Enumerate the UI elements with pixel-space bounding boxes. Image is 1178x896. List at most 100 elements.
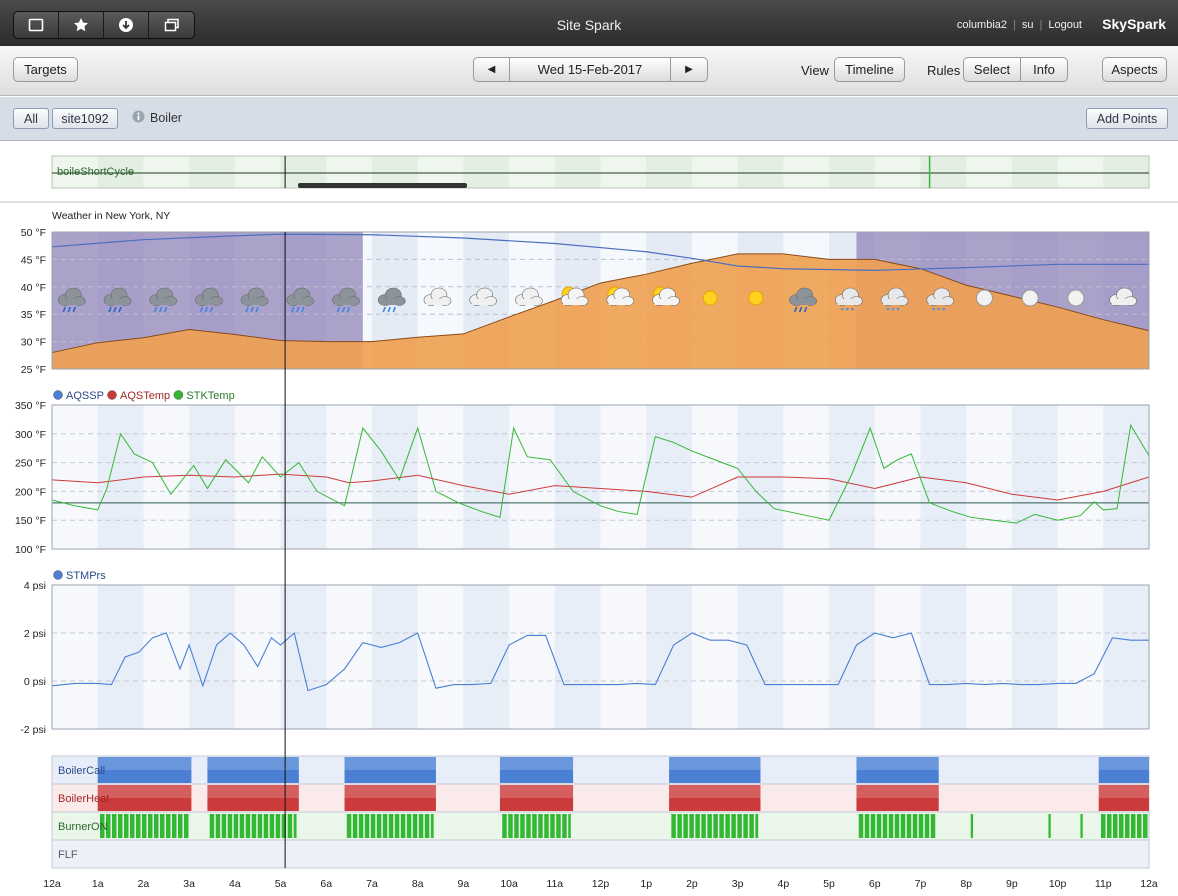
burner-on-bar bbox=[165, 814, 171, 838]
burner-on-bar bbox=[346, 814, 352, 838]
burner-on-bar bbox=[1113, 814, 1118, 838]
targets-button[interactable]: Targets bbox=[13, 57, 78, 82]
hour-band bbox=[509, 156, 556, 188]
tooltip-stub bbox=[298, 183, 467, 188]
hour-band bbox=[1011, 405, 1059, 549]
brand-logo: SkySpark bbox=[1102, 16, 1166, 32]
burner-on-bar bbox=[370, 814, 376, 838]
weather-y-tick: 40 °F bbox=[21, 282, 46, 294]
burner-on-bar bbox=[418, 814, 424, 838]
hour-band bbox=[691, 585, 739, 729]
burner-on-bar bbox=[257, 814, 263, 838]
x-axis-label: 12p bbox=[592, 878, 610, 890]
burner-on-bar bbox=[215, 814, 221, 838]
hour-band bbox=[600, 156, 647, 188]
burner-on-bar bbox=[129, 814, 135, 838]
filter-all[interactable]: All bbox=[13, 108, 49, 129]
burner-on-bar bbox=[538, 814, 543, 838]
user-role[interactable]: su bbox=[1022, 19, 1034, 31]
hour-band bbox=[646, 156, 693, 188]
status-row bbox=[51, 839, 1150, 869]
add-points-button[interactable]: Add Points bbox=[1086, 108, 1168, 129]
burner-on-bar bbox=[550, 814, 555, 838]
bar-gloss bbox=[499, 757, 574, 770]
x-axis-label: 5p bbox=[823, 878, 835, 890]
hour-band bbox=[920, 156, 967, 188]
x-axis-label: 9a bbox=[458, 878, 470, 890]
burner-on-bar bbox=[209, 814, 215, 838]
burner-on-bar bbox=[1143, 814, 1148, 838]
burner-on-bar bbox=[888, 814, 894, 838]
hour-band bbox=[920, 405, 967, 549]
burner-on-bar bbox=[275, 814, 281, 838]
x-axis-label: 2a bbox=[138, 878, 150, 890]
x-axis-label: 6p bbox=[869, 878, 881, 890]
hour-band bbox=[966, 156, 1013, 188]
burner-on-bar bbox=[1125, 814, 1130, 838]
hour-band bbox=[874, 156, 921, 188]
burner-on-bar bbox=[677, 814, 682, 838]
pressure-y-tick: 4 psi bbox=[24, 580, 46, 592]
hour-band bbox=[554, 405, 601, 549]
burner-on-bar bbox=[233, 814, 239, 838]
aspects-button[interactable]: Aspects bbox=[1102, 57, 1167, 82]
hour-band bbox=[554, 585, 601, 729]
burner-on-bar bbox=[406, 814, 412, 838]
logout-link[interactable]: Logout bbox=[1048, 19, 1082, 31]
burner-on-bar bbox=[1131, 814, 1136, 838]
filter-site[interactable]: site1092 bbox=[52, 108, 118, 129]
hour-band bbox=[326, 585, 373, 729]
weather-y-tick: 45 °F bbox=[21, 254, 46, 266]
hour-band bbox=[829, 156, 876, 188]
burner-on-bar bbox=[707, 814, 712, 838]
view-timeline-button[interactable]: Timeline bbox=[834, 57, 905, 82]
select-button[interactable]: Select bbox=[964, 58, 1021, 81]
hour-band bbox=[783, 585, 830, 729]
burner-on-bar bbox=[725, 814, 730, 838]
burner-on-bar bbox=[526, 814, 531, 838]
hour-band bbox=[52, 585, 99, 729]
burner-on-bar bbox=[864, 814, 870, 838]
burner-on-bar bbox=[177, 814, 183, 838]
burner-on-bar bbox=[731, 814, 736, 838]
burner-on-bar bbox=[737, 814, 742, 838]
burner-on-bar bbox=[930, 814, 936, 838]
hour-band bbox=[874, 585, 921, 729]
x-axis-label: 3p bbox=[732, 878, 744, 890]
weather-y-tick: 25 °F bbox=[21, 364, 46, 376]
view-label: View bbox=[801, 63, 829, 78]
temp-y-tick: 200 °F bbox=[15, 486, 46, 498]
status-label-boilerheat: BoilerHeat bbox=[58, 793, 109, 805]
x-axis-label: 7a bbox=[366, 878, 378, 890]
pressure-y-tick: 2 psi bbox=[24, 628, 46, 640]
date-navigator: ◀ Wed 15-Feb-2017 ▶ bbox=[473, 57, 708, 82]
burner-on-bar bbox=[508, 814, 513, 838]
prev-date-button[interactable]: ◀ bbox=[474, 58, 510, 81]
burner-on-bar bbox=[117, 814, 123, 838]
date-picker[interactable]: Wed 15-Feb-2017 bbox=[510, 58, 671, 81]
hour-band bbox=[463, 405, 510, 549]
info-icon[interactable] bbox=[132, 110, 145, 128]
burner-on-bar bbox=[924, 814, 930, 838]
timeline-charts: boileShortCycle Weather in New York, NY 50… bbox=[0, 155, 1178, 890]
burner-on-bar bbox=[135, 814, 141, 838]
burner-on-bar bbox=[870, 814, 876, 838]
burner-on-bar bbox=[430, 814, 434, 838]
weather-y-tick: 30 °F bbox=[21, 337, 46, 349]
user-name[interactable]: columbia2 bbox=[957, 19, 1007, 31]
burner-on-bar bbox=[394, 814, 400, 838]
burner-on-bar bbox=[713, 814, 718, 838]
weather-y-tick: 35 °F bbox=[21, 309, 46, 321]
title-bar: Site Spark columbia2 | su | Logout SkySp… bbox=[0, 0, 1178, 46]
burner-on-bar bbox=[183, 814, 189, 838]
x-axis-label: 3a bbox=[183, 878, 195, 890]
bar-gloss bbox=[97, 757, 192, 770]
x-axis-label: 1p bbox=[640, 878, 652, 890]
burner-on-bar bbox=[358, 814, 364, 838]
burner-on-bar bbox=[123, 814, 129, 838]
hour-band bbox=[554, 156, 601, 188]
info-button[interactable]: Info bbox=[1021, 58, 1067, 81]
moon-icon bbox=[975, 289, 993, 307]
hour-band bbox=[829, 405, 876, 549]
next-date-button[interactable]: ▶ bbox=[671, 58, 707, 81]
